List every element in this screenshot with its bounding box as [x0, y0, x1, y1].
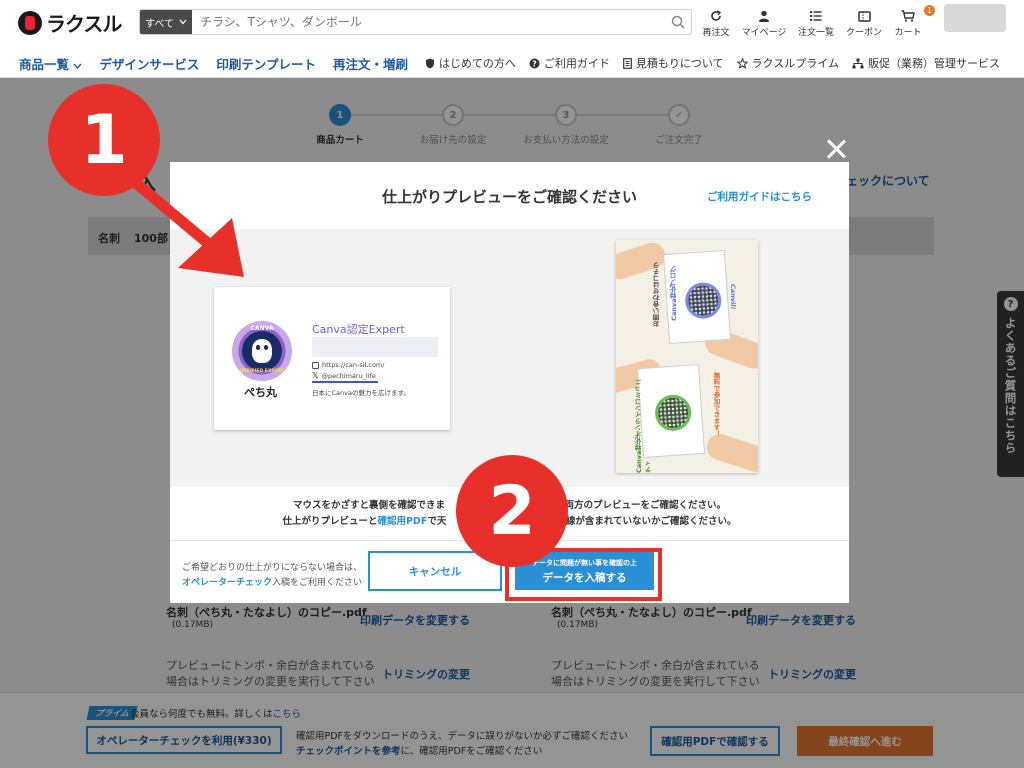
step-callout-1: 1	[48, 84, 160, 196]
step-callout-2: 2	[456, 455, 568, 567]
